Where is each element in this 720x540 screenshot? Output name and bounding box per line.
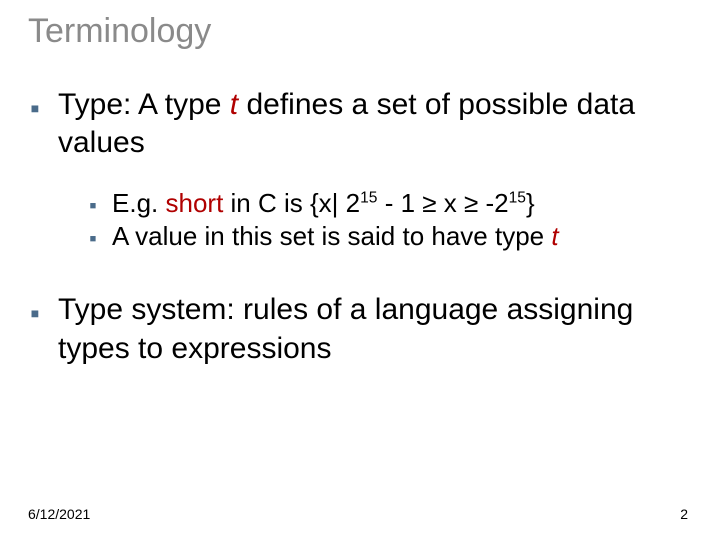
bullet-1b-text: A value in this set is said to have type…	[112, 220, 700, 253]
bullet-2-text: Type system: rules of a language assigni…	[58, 291, 700, 368]
slide-body: ■ Type: A type t defines a set of possib…	[28, 86, 700, 368]
superscript: 15	[360, 189, 377, 206]
slide-title: Terminology	[28, 12, 211, 51]
text: - 1 ≥ x ≥ -2	[377, 188, 508, 218]
bullet-level2: ■ E.g. short in C is {x| 215 - 1 ≥ x ≥ -…	[86, 187, 700, 220]
square-bullet-icon: ■	[86, 199, 100, 213]
square-bullet-icon: ■	[28, 100, 42, 118]
bullet-1-text: Type: A type t defines a set of possible…	[58, 86, 700, 163]
square-bullet-icon: ■	[28, 305, 42, 323]
bullet-1a-text: E.g. short in C is {x| 215 - 1 ≥ x ≥ -21…	[112, 187, 700, 220]
variable-t: t	[551, 221, 558, 251]
text: in C is {x| 2	[223, 188, 360, 218]
superscript: 15	[509, 189, 526, 206]
footer-page-number: 2	[680, 506, 688, 522]
text: }	[526, 188, 535, 218]
variable-t: t	[230, 88, 238, 121]
bullet-level1: ■ Type system: rules of a language assig…	[28, 291, 700, 368]
slide: { "title": "Terminology", "b1": { "pre":…	[0, 0, 720, 540]
text: Type: A type	[58, 88, 230, 121]
text: E.g.	[112, 188, 165, 218]
keyword-short: short	[165, 188, 223, 218]
footer-date: 6/12/2021	[28, 506, 90, 522]
bullet-level2: ■ A value in this set is said to have ty…	[86, 220, 700, 253]
text: A value in this set is said to have type	[112, 221, 551, 251]
square-bullet-icon: ■	[86, 232, 100, 246]
bullet-level1: ■ Type: A type t defines a set of possib…	[28, 86, 700, 163]
